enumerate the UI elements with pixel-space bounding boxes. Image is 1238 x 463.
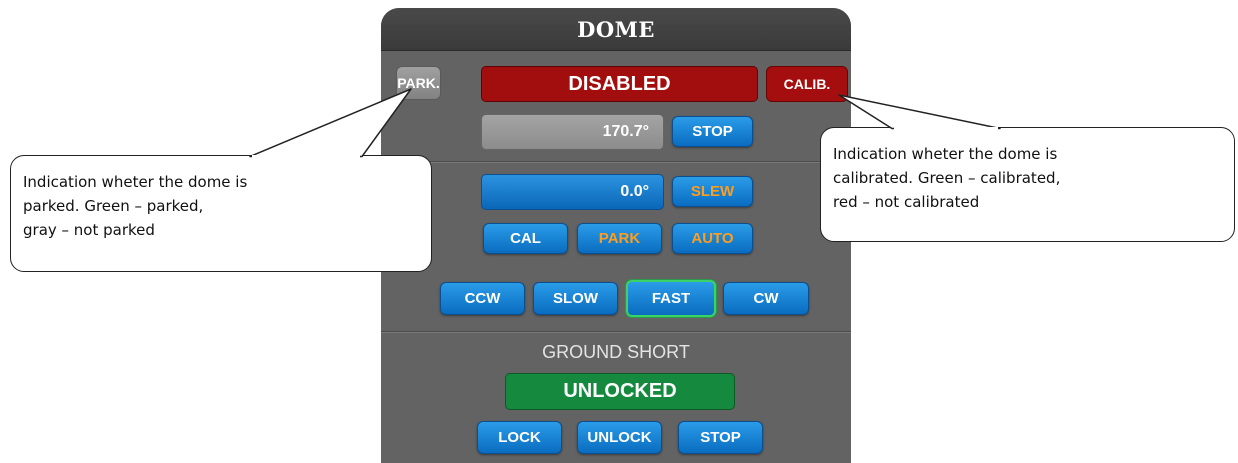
callout-tails	[249, 88, 1001, 158]
calib-callout-tail	[838, 94, 1001, 130]
park-callout-tail	[249, 88, 412, 158]
